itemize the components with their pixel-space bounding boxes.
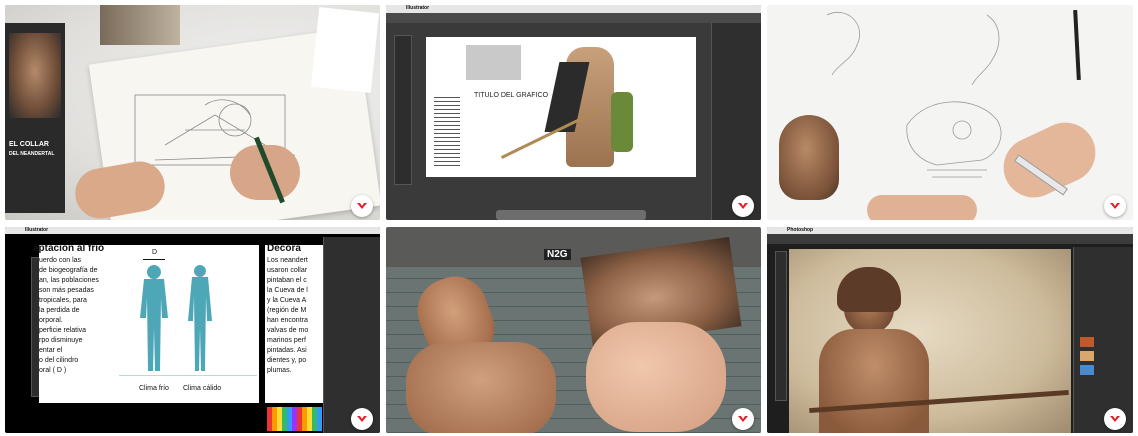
package-label: N2G — [544, 249, 571, 260]
human-figure-cold — [140, 265, 168, 371]
left-heading: aptación al frío — [33, 243, 105, 254]
play-badge[interactable] — [732, 408, 754, 430]
play-badge[interactable] — [351, 408, 373, 430]
right-heading: Decora — [267, 243, 301, 254]
text-line: (región de M — [267, 307, 307, 314]
tile-skull-drawing[interactable] — [767, 5, 1133, 220]
brand-logo-icon — [357, 416, 367, 422]
canvas-painting — [789, 249, 1071, 433]
layers-panel — [1073, 247, 1133, 433]
text-line: usaron collar — [267, 267, 308, 274]
tools-panel — [775, 251, 787, 401]
control-bar — [386, 13, 761, 23]
text-line: la Cueva de l — [267, 287, 308, 294]
text-line: uerdo con las — [39, 257, 82, 264]
brand-logo-icon — [1110, 203, 1120, 209]
color-swatch-2 — [1080, 351, 1094, 361]
text-line: tropicales, para — [39, 297, 87, 304]
video-thumbnail-grid: EL COLLAR DEL NEANDERTAL Illustrator TIT… — [0, 0, 1138, 436]
mac-menubar: Illustrator — [5, 227, 380, 234]
brand-logo-icon — [357, 203, 367, 209]
book-cover-face — [9, 33, 61, 118]
layers-panel — [711, 23, 761, 220]
tools-panel — [394, 35, 412, 185]
swatches-panel — [267, 407, 322, 431]
clay-torso — [406, 342, 556, 433]
brand-logo-icon — [1110, 416, 1120, 422]
color-swatch-3 — [1080, 365, 1094, 375]
right-text-page: Decora Los neandert usaron collar pintaban… — [265, 243, 325, 403]
mac-dock — [496, 210, 646, 220]
figure-shield — [611, 92, 633, 152]
text-line: perficie relativa — [39, 327, 87, 334]
tile-photoshop-paint[interactable]: Photoshop — [767, 227, 1133, 433]
artboard: aptación al frío uerdo con las de biogeog… — [33, 243, 259, 403]
text-line: entar el — [39, 347, 63, 354]
brand-logo-icon — [738, 203, 748, 209]
text-line: oral ( D ) — [39, 367, 67, 374]
menubar-app-name[interactable]: Illustrator — [25, 227, 48, 233]
text-line: la perdida de — [39, 307, 80, 314]
play-badge[interactable] — [351, 195, 373, 217]
label-warm-climate: Clima cálido — [183, 385, 222, 392]
tile-sculpting-model[interactable]: N2G — [386, 227, 761, 433]
text-line: de biogeografía de — [39, 267, 98, 274]
layers-panel — [323, 237, 380, 433]
menubar-app-name[interactable]: Illustrator — [406, 5, 429, 11]
options-bar — [767, 234, 1133, 244]
label-cold-climate: Clima frío — [139, 385, 169, 392]
d-dimension-line — [143, 259, 165, 260]
mac-menubar: Photoshop — [767, 227, 1133, 234]
brand-logo-icon — [738, 416, 748, 422]
d-label: D — [152, 249, 158, 256]
mac-menubar: Illustrator — [386, 5, 761, 13]
tile-illustrator-layout[interactable]: Illustrator TITULO DEL GRAFICO — [386, 5, 761, 220]
bottom-hand — [867, 195, 977, 220]
sculpting-hand — [586, 322, 726, 432]
skull-photo — [100, 5, 180, 45]
play-badge[interactable] — [1104, 408, 1126, 430]
play-badge[interactable] — [1104, 195, 1126, 217]
text-line: valvas de mo — [267, 327, 309, 334]
neanderthal-hair — [837, 267, 901, 312]
reference-sheet — [310, 7, 380, 93]
book-title-line1: EL COLLAR — [9, 141, 49, 148]
menubar-app-name[interactable]: Photoshop — [787, 227, 813, 233]
tile-sketch-desk[interactable]: EL COLLAR DEL NEANDERTAL — [5, 5, 380, 220]
human-figure-warm — [188, 265, 212, 371]
image-placeholder — [466, 45, 521, 80]
baseline — [119, 375, 257, 376]
text-line: Los neandert — [267, 257, 308, 264]
text-column — [434, 97, 460, 167]
text-line: pintaban el c — [267, 277, 307, 284]
sculpted-head — [779, 115, 839, 200]
color-swatch-1 — [1080, 337, 1094, 347]
text-line: orporal. — [39, 317, 63, 324]
book-cover: EL COLLAR DEL NEANDERTAL — [5, 23, 65, 213]
graphic-title: TITULO DEL GRAFICO — [474, 92, 549, 99]
neanderthal-body — [819, 329, 929, 433]
artboard: TITULO DEL GRAFICO — [426, 37, 696, 177]
tile-illustrator-infographic[interactable]: Illustrator aptación al frío uerdo con l… — [5, 227, 380, 433]
text-line: rpo disminuye — [39, 337, 83, 344]
text-line: han encontra — [267, 317, 308, 324]
text-line: o del cilindro — [39, 357, 79, 364]
text-line: dientes y, po — [267, 357, 307, 364]
text-line: pintadas. Asi — [267, 347, 307, 354]
text-line: marinos perf — [267, 337, 306, 344]
text-line: son más pesadas — [39, 287, 94, 294]
book-title-line2: DEL NEANDERTAL — [9, 151, 55, 157]
text-line: plumas. — [267, 367, 292, 374]
play-badge[interactable] — [732, 195, 754, 217]
text-line: y la Cueva A — [267, 297, 307, 304]
text-line: an, las poblaciones — [39, 277, 99, 284]
